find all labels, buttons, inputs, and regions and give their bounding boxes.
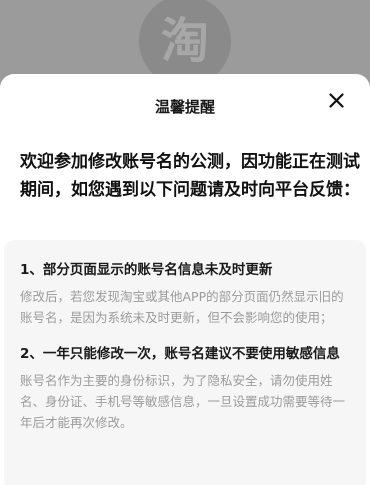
item-heading: 2、一年只能修改一次，账号名建议不要使用敏感信息 bbox=[20, 346, 340, 362]
item-body: 账号名作为主要的身份标识，为了隐私安全，请勿使用姓名、身份证、手机号等敏感信息，… bbox=[20, 373, 346, 430]
item-body: 修改后，若您发现淘宝或其他APP的部分页面仍然显示旧的账号名，是因为系统未及时更… bbox=[20, 289, 344, 325]
dialog-title: 温馨提醒 bbox=[154, 98, 215, 116]
reminder-dialog: 温馨提醒 欢迎参加修改账号名的公测，因功能正在测试期间，如您遇到以下问题请及时向… bbox=[0, 74, 370, 485]
intro-text: 欢迎参加修改账号名的公测，因功能正在测试期间，如您遇到以下问题请及时向平台反馈： bbox=[20, 152, 360, 200]
logo-glyph: 淘 bbox=[160, 13, 209, 69]
close-icon bbox=[328, 92, 344, 108]
close-button[interactable] bbox=[320, 84, 352, 116]
list-item: 2、一年只能修改一次，账号名建议不要使用敏感信息 账号名作为主要的身份标识，为了… bbox=[20, 344, 350, 433]
notice-list: 1、部分页面显示的账号名信息未及时更新 修改后，若您发现淘宝或其他APP的部分页… bbox=[4, 240, 366, 485]
list-item: 1、部分页面显示的账号名信息未及时更新 修改后，若您发现淘宝或其他APP的部分页… bbox=[20, 260, 350, 328]
item-heading: 1、部分页面显示的账号名信息未及时更新 bbox=[20, 262, 273, 278]
